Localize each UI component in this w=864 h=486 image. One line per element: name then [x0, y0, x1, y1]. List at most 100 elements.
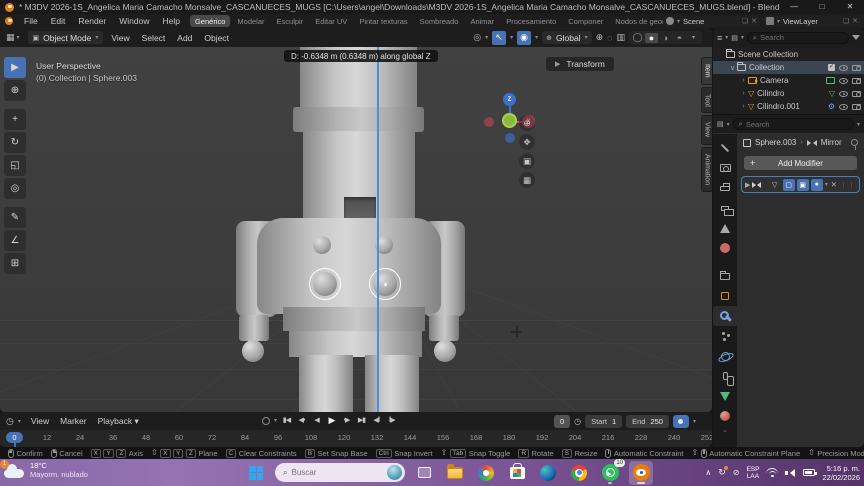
- remove-viewlayer-icon[interactable]: ✕: [852, 17, 858, 25]
- properties-tab-particles[interactable]: [713, 326, 737, 346]
- properties-tab-render[interactable]: [713, 158, 737, 178]
- scene-selector[interactable]: ▾ Scene ❏ ✕: [663, 16, 760, 27]
- weather-widget[interactable]: 1 18°C Mayorm. nublado: [4, 461, 88, 479]
- whatsapp-taskbar-button[interactable]: 10: [598, 461, 622, 485]
- play-reverse-button[interactable]: ◀: [311, 414, 322, 427]
- exclude-checkbox[interactable]: ✓: [828, 64, 835, 71]
- measure-tool[interactable]: ∠: [4, 230, 26, 251]
- outliner-search[interactable]: ⌕: [747, 32, 849, 44]
- workspace-tab[interactable]: Componer: [563, 15, 608, 27]
- timeline-ruler[interactable]: 0 12243648607284961081201321441561681801…: [0, 430, 712, 447]
- properties-tab-physics[interactable]: [713, 346, 737, 366]
- perspective-toggle-icon[interactable]: ▦: [519, 172, 535, 188]
- disable-render-icon[interactable]: [852, 104, 861, 110]
- sidebar-tab-item[interactable]: Item: [701, 57, 712, 85]
- sidebar-tab-tool[interactable]: Tool: [701, 87, 712, 114]
- properties-tab-output[interactable]: [713, 178, 737, 198]
- mirror-modifier-panel[interactable]: ▶ ▽ ▢ ▣ ● ▾ ✕ ⋮⋮: [741, 176, 860, 193]
- current-frame-field[interactable]: 0: [554, 415, 570, 428]
- gizmo-z-neg-axis[interactable]: [505, 133, 515, 143]
- annotate-tool[interactable]: ✎: [4, 207, 26, 228]
- frame-end-field[interactable]: End 250: [626, 415, 669, 428]
- use-preview-range-icon[interactable]: ◷: [574, 417, 581, 426]
- tray-overflow-icon[interactable]: ∧: [705, 468, 711, 477]
- task-view-button[interactable]: [412, 461, 436, 485]
- play-button[interactable]: ▶: [326, 414, 337, 427]
- overlays-icon[interactable]: ◌: [607, 33, 612, 43]
- editor-type-icon[interactable]: ▦: [6, 32, 15, 43]
- workspace-tab[interactable]: Modelar: [232, 15, 269, 27]
- workspace-tab[interactable]: Esculpir: [272, 15, 309, 27]
- expand-icon[interactable]: ›: [739, 77, 748, 84]
- menu-render[interactable]: Render: [78, 16, 106, 26]
- modifier-drag-handle[interactable]: ⋮⋮: [840, 181, 856, 189]
- disable-render-icon[interactable]: [852, 91, 861, 97]
- breadcrumb-modifier[interactable]: Mirror: [821, 138, 842, 147]
- pin-icon[interactable]: [851, 139, 858, 146]
- cursor-tool[interactable]: ⊕: [4, 80, 26, 101]
- properties-tab-viewlayer[interactable]: [713, 198, 737, 218]
- rotate-tool[interactable]: ↻: [4, 132, 26, 153]
- blender-taskbar-button[interactable]: [629, 461, 653, 485]
- battery-icon[interactable]: [803, 469, 815, 476]
- menu-window[interactable]: Window: [119, 16, 149, 26]
- show-gizmo-icon[interactable]: ⊕: [596, 32, 604, 43]
- edge-taskbar-button[interactable]: [536, 461, 560, 485]
- maximize-button[interactable]: □: [808, 0, 836, 14]
- wifi-icon[interactable]: [766, 468, 778, 477]
- outliner-row[interactable]: ∨Collection✓: [713, 61, 864, 74]
- modifier-extras-dropdown[interactable]: ▾: [825, 181, 828, 188]
- model-hand-right[interactable]: [434, 340, 456, 362]
- sidebar-tab-view[interactable]: View: [701, 115, 712, 144]
- properties-tab-object[interactable]: [713, 286, 737, 306]
- viewport-canvas[interactable]: User Perspective (0) Collection | Sphere…: [0, 47, 712, 412]
- shading-dropdown[interactable]: ▾: [687, 34, 700, 41]
- chrome-taskbar-button[interactable]: [567, 461, 591, 485]
- viewport-menu-view[interactable]: View: [111, 33, 129, 43]
- frame-start-field[interactable]: Start 1: [585, 415, 622, 428]
- auto-keying-icon[interactable]: [262, 417, 270, 425]
- close-button[interactable]: ✕: [836, 0, 864, 14]
- model-pelvis[interactable]: [289, 331, 422, 357]
- jump-to-end-button[interactable]: ▶▮: [356, 414, 367, 427]
- modifier-render-toggle[interactable]: ●: [811, 179, 823, 191]
- outliner-editor-icon[interactable]: ≡: [717, 33, 722, 43]
- disable-render-icon[interactable]: [852, 78, 861, 84]
- workspace-tab[interactable]: Pintar texturas: [354, 15, 412, 27]
- start-button[interactable]: [244, 461, 268, 485]
- wireframe-shading-icon[interactable]: ◯: [631, 32, 644, 43]
- sidebar-tab-animation[interactable]: Animation: [701, 147, 712, 192]
- hide-viewport-icon[interactable]: [839, 104, 848, 110]
- clock[interactable]: 5:16 p. m. 22/02/2026: [822, 464, 860, 482]
- store-taskbar-button[interactable]: [505, 461, 529, 485]
- model-hat-brim[interactable]: [293, 107, 424, 132]
- hide-viewport-icon[interactable]: [839, 91, 848, 97]
- timeline-editor-icon[interactable]: ◷: [6, 416, 14, 427]
- modifier-viewport-toggle[interactable]: ▣: [797, 179, 809, 191]
- outliner-row[interactable]: ›Camera: [713, 74, 864, 87]
- properties-search[interactable]: ⌕: [733, 118, 854, 130]
- hide-viewport-icon[interactable]: [839, 78, 848, 84]
- 3d-viewport[interactable]: ▦▾ ▣ Object Mode ▾ ViewSelectAddObject ◎…: [0, 28, 712, 412]
- keying-set-dropdown[interactable]: ▾: [693, 418, 696, 425]
- zoom-icon[interactable]: ⊕: [519, 115, 535, 131]
- frame-back-button[interactable]: ◀‖: [371, 414, 382, 427]
- menu-help[interactable]: Help: [162, 16, 179, 26]
- move-tool[interactable]: +: [4, 109, 26, 130]
- timeline-menu-playback[interactable]: Playback ▾: [98, 416, 139, 427]
- gizmo-x-neg-axis[interactable]: [484, 117, 494, 127]
- properties-tab-data[interactable]: [713, 386, 737, 406]
- outliner-row[interactable]: Scene Collection: [713, 48, 864, 61]
- workspace-tab[interactable]: Animar: [465, 15, 499, 27]
- camera-view-icon[interactable]: ▣: [519, 153, 535, 169]
- filter-icon[interactable]: [852, 35, 860, 40]
- m365-taskbar-button[interactable]: [474, 461, 498, 485]
- language-indicator[interactable]: ESP LAA: [746, 466, 759, 480]
- outliner-row[interactable]: ›▽Cilindro.001⚙: [713, 100, 864, 113]
- properties-tab-collection[interactable]: [713, 266, 737, 286]
- add-cube-tool[interactable]: ⊞: [4, 253, 26, 274]
- model-hand-left[interactable]: [242, 340, 264, 362]
- search-daily-image[interactable]: [387, 465, 402, 480]
- model-belt[interactable]: [283, 307, 425, 331]
- taskbar-search-input[interactable]: [291, 468, 369, 477]
